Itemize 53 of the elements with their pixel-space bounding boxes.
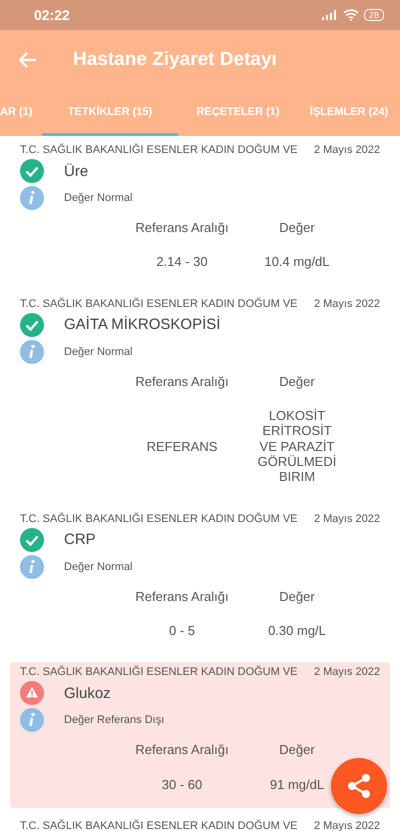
warning-icon (20, 681, 44, 706)
status-note: Değer Referans Dışı (64, 714, 164, 726)
result-date: 2 Mayıs 2022 (314, 512, 380, 525)
column-label: Referans Aralığı (134, 220, 230, 236)
hospital-name: T.C. SAĞLIK BAKANLIĞI ESENLER KADIN DOĞUM VE (20, 298, 298, 310)
column-label: Değer (278, 374, 316, 389)
hospital-name: T.C. SAĞLIK BAKANLIĞI ESENLER KADIN DOĞUM VE (20, 820, 298, 831)
result-card[interactable]: T.C. SAĞLIK BAKANLIĞI ESENLER KADIN DOĞUM VE 2 Mayıs 2022 Glukoz Değer Referans Dışı Referans Aralığı Değer 30 - 60 91 mg/dL (10, 662, 390, 808)
result-card[interactable]: T.C. SAĞLIK BAKANLIĞI ESENLER KADIN DOĞUM VE 2 Mayıs 2022 CRP Değer Normal Referans Aralığı Değer 0 - 5 0.30 mg/L (10, 508, 390, 654)
result-card[interactable]: T.C. SAĞLIK BAKANLIĞI ESENLER KADIN DOĞUM VE 2 Mayıs 2022 Üre Değer Normal Referans Aralığı Değer 2.14 - 30 10.4 mg/dL (10, 140, 390, 286)
column-label: Referans Aralığı (134, 374, 230, 389)
test-name: CRP (64, 531, 96, 548)
clock: 02:22 (34, 7, 70, 23)
result-date: 2 Mayıs 2022 (314, 144, 380, 156)
result-value: 0.30 mg/L (267, 622, 327, 640)
result-value: LOKOSİT ERİTROSİT VE PARAZİT GÖRÜLMEDİ BIRIM (256, 408, 338, 486)
info-icon (20, 554, 44, 579)
test-name: Üre (64, 162, 88, 180)
reference-range: 2.14 - 30 (155, 254, 209, 272)
result-value: 10.4 mg/dL (263, 254, 331, 272)
checkmark-icon (20, 159, 44, 183)
reference-range: 30 - 60 (160, 776, 204, 794)
column-label: Referans Aralığı (134, 588, 230, 604)
result-card[interactable]: T.C. SAĞLIK BAKANLIĞI ESENLER KADIN DOĞUM VE 2 Mayıs 2022 GAİTA MİKROSKOPİSİ Değer Normal Referans Aralığı Değer REFERANS LOKOSİT ERİTROSİT VE PARAZİT GÖRÜLMEDİ BIRIM (10, 294, 390, 501)
checkmark-icon (20, 312, 44, 337)
column-label: Referans Aralığı (134, 742, 230, 758)
info-icon (20, 708, 44, 732)
hospital-name: T.C. SAĞLIK BAKANLIĞI ESENLER KADIN DOĞUM VE (20, 666, 298, 678)
share-icon (346, 773, 372, 799)
reference-range: REFERANS (146, 438, 218, 456)
status-note: Değer Normal (64, 346, 132, 358)
signal-icon (322, 10, 338, 20)
column-label: Değer (278, 588, 316, 604)
info-icon (20, 340, 44, 364)
screen-title: Hastane Ziyaret Detayı (73, 49, 277, 71)
wifi-icon (342, 9, 359, 21)
result-date: 2 Mayıs 2022 (314, 666, 380, 678)
status-note: Değer Normal (64, 560, 132, 573)
battery-indicator: 28 (364, 9, 384, 21)
column-label: Değer (278, 220, 316, 236)
hospital-name: T.C. SAĞLIK BAKANLIĞI ESENLER KADIN DOĞUM VE (20, 512, 298, 525)
test-name: Glukoz (64, 684, 111, 702)
column-label: Değer (278, 742, 316, 758)
checkmark-icon (20, 528, 44, 552)
hospital-name: T.C. SAĞLIK BAKANLIĞI ESENLER KADIN DOĞUM VE (20, 144, 298, 156)
back-arrow-icon (19, 52, 37, 68)
result-value: 91 mg/dL (268, 776, 326, 794)
info-icon (20, 186, 44, 210)
result-date: 2 Mayıs 2022 (314, 298, 380, 310)
test-name: GAİTA MİKROSKOPİSİ (64, 316, 220, 334)
status-note: Değer Normal (64, 192, 132, 204)
reference-range: 0 - 5 (168, 622, 196, 640)
result-date: 2 Mayıs 2022 (314, 820, 380, 831)
